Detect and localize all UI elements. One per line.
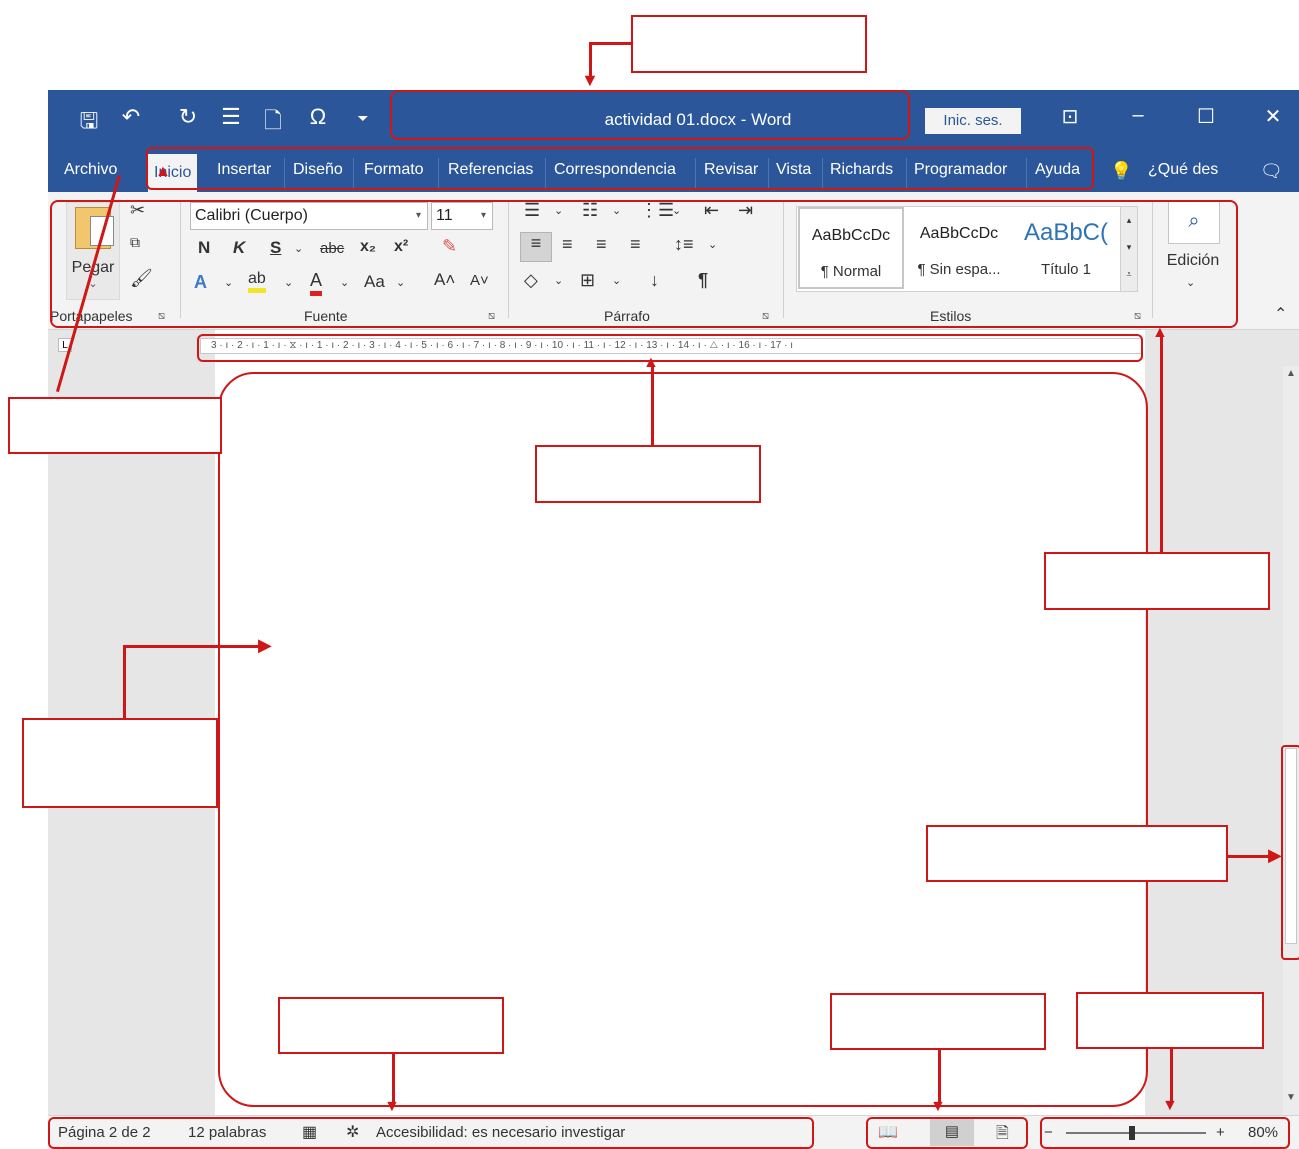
arrow-up-icon: ▲ [1152,324,1168,341]
collapse-ribbon-icon[interactable]: ⌃ [1274,304,1287,324]
tab-archivo[interactable]: Archivo [64,161,117,179]
label-box-document[interactable] [22,718,218,808]
arrow-down-icon: ▼ [581,70,599,90]
undo-icon[interactable]: ↶ [116,104,146,130]
annotation-line [651,366,654,446]
annotation-scrollbar-outline [1281,745,1299,960]
comments-icon[interactable]: 🗨 [1260,161,1283,182]
annotation-line [1226,855,1271,858]
annotation-line [1170,1048,1173,1104]
omega-icon[interactable]: Ω [303,104,333,130]
label-box-tabs[interactable] [8,397,222,454]
tell-me-input[interactable]: ¿Qué des [1148,161,1218,179]
arrow-down-icon: ▼ [384,1098,400,1115]
signin-button[interactable]: Inic. ses. [925,108,1021,134]
redo-icon[interactable]: ↻ [173,104,203,130]
arrow-right-icon: ▶ [1268,845,1282,865]
annotation-line [123,645,126,720]
label-box-ruler[interactable] [535,445,761,503]
maximize-icon[interactable]: ☐ [1186,104,1226,129]
close-icon[interactable]: ✕ [1253,104,1293,129]
label-box-scrollbar[interactable] [926,825,1228,882]
label-box-status[interactable] [278,997,504,1054]
scroll-down-icon[interactable]: ▼ [1283,1092,1299,1112]
label-box-views[interactable] [830,993,1046,1050]
annotation-zoom-outline [1040,1117,1290,1149]
ribbon-display-icon[interactable]: ⊡ [1050,104,1090,129]
arrow-up-icon: ▲ [643,354,659,371]
annotation-ribbon-outline [50,200,1238,328]
annotation-views-outline [866,1117,1028,1149]
new-document-icon[interactable]: 🗋 [258,104,288,142]
annotation-status-outline [48,1117,814,1149]
label-box-zoom[interactable] [1076,992,1264,1049]
annotation-title-outline [390,90,910,140]
annotation-line [1160,336,1163,552]
arrow-right-icon: ▶ [258,635,272,655]
vertical-scrollbar[interactable] [1283,366,1299,1115]
scroll-up-icon[interactable]: ▲ [1283,368,1299,388]
annotation-tabs-outline [146,147,1094,190]
customize-icon[interactable]: ⏷ [348,110,378,127]
label-box-ribbon[interactable] [1044,552,1270,610]
arrow-down-icon: ▼ [930,1098,946,1115]
annotation-line [589,42,631,45]
lightbulb-icon[interactable]: 💡 [1110,161,1132,182]
save-icon[interactable]: 🖫 [74,104,104,142]
list-icon[interactable]: ☰ [216,104,246,130]
annotation-line [123,645,263,648]
annotation-ruler-outline [197,334,1143,362]
arrow-up-icon: ▲ [155,163,171,180]
arrow-down-icon: ▼ [1162,1097,1178,1114]
minimize-icon[interactable]: – [1118,104,1158,127]
label-box-title[interactable] [631,15,867,73]
annotation-line [938,1049,941,1105]
